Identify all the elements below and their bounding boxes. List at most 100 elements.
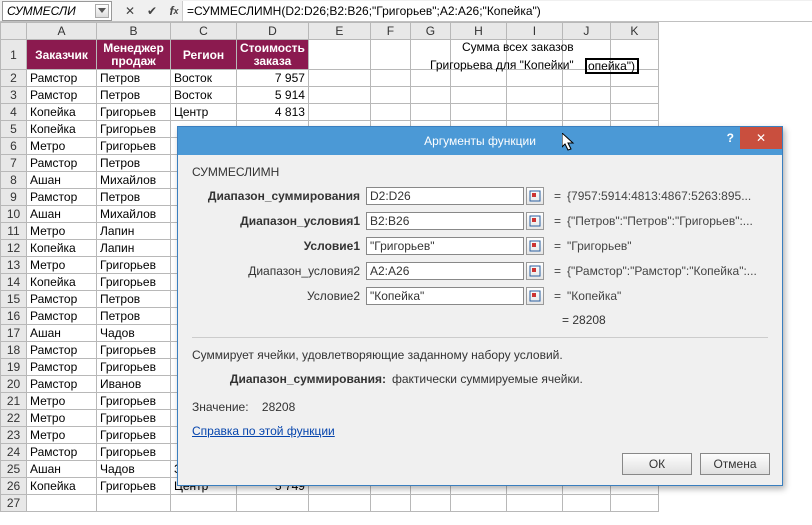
col-header-D[interactable]: D bbox=[237, 23, 309, 40]
cell-F2[interactable] bbox=[370, 70, 410, 87]
row-header-26[interactable]: 26 bbox=[1, 478, 27, 495]
cell-A9[interactable]: Рамстор bbox=[27, 189, 97, 206]
cell-K27[interactable] bbox=[610, 495, 658, 512]
cell-A16[interactable]: Рамстор bbox=[27, 308, 97, 325]
cell-C2[interactable]: Восток bbox=[171, 70, 237, 87]
row-header-24[interactable]: 24 bbox=[1, 444, 27, 461]
col-header-A[interactable]: A bbox=[27, 23, 97, 40]
row-header-18[interactable]: 18 bbox=[1, 342, 27, 359]
cell-D27[interactable] bbox=[237, 495, 309, 512]
cell-B11[interactable]: Лапин bbox=[97, 223, 171, 240]
cell-H27[interactable] bbox=[450, 495, 506, 512]
cell-A4[interactable]: Копейка bbox=[27, 104, 97, 121]
fx-icon[interactable]: fx bbox=[166, 3, 182, 19]
row-header-10[interactable]: 10 bbox=[1, 206, 27, 223]
row-header-19[interactable]: 19 bbox=[1, 359, 27, 376]
col-header-J[interactable]: J bbox=[562, 23, 610, 40]
cell-B8[interactable]: Михайлов bbox=[97, 172, 171, 189]
cell-B2[interactable]: Петров bbox=[97, 70, 171, 87]
cancel-icon[interactable]: ✕ bbox=[122, 3, 138, 19]
cell-A8[interactable]: Ашан bbox=[27, 172, 97, 189]
arg-input-0[interactable]: D2:D26 bbox=[366, 187, 524, 205]
cell-B16[interactable]: Петров bbox=[97, 308, 171, 325]
cell-A14[interactable]: Копейка bbox=[27, 274, 97, 291]
dialog-help-button[interactable]: ? bbox=[727, 131, 734, 145]
cell-E1[interactable] bbox=[308, 40, 370, 70]
cell-B5[interactable]: Григорьев bbox=[97, 121, 171, 138]
cell-A2[interactable]: Рамстор bbox=[27, 70, 97, 87]
cell-B12[interactable]: Лапин bbox=[97, 240, 171, 257]
cell-B7[interactable]: Петров bbox=[97, 155, 171, 172]
cell-J4[interactable] bbox=[562, 104, 610, 121]
header-cell-D[interactable]: Стоимость заказа bbox=[237, 40, 309, 70]
cell-B3[interactable]: Петров bbox=[97, 87, 171, 104]
cell-B18[interactable]: Григорьев bbox=[97, 342, 171, 359]
row-header-13[interactable]: 13 bbox=[1, 257, 27, 274]
range-select-button-1[interactable] bbox=[526, 212, 544, 230]
name-box[interactable]: СУММЕСЛИ bbox=[2, 1, 112, 21]
header-cell-C[interactable]: Регион bbox=[171, 40, 237, 70]
enter-icon[interactable]: ✔ bbox=[144, 3, 160, 19]
cell-A22[interactable]: Метро bbox=[27, 410, 97, 427]
cell-H4[interactable] bbox=[450, 104, 506, 121]
cell-D4[interactable]: 4 813 bbox=[237, 104, 309, 121]
range-select-button-4[interactable] bbox=[526, 287, 544, 305]
cell-A26[interactable]: Копейка bbox=[27, 478, 97, 495]
row-header-15[interactable]: 15 bbox=[1, 291, 27, 308]
arg-input-2[interactable]: "Григорьев" bbox=[366, 237, 524, 255]
cell-A5[interactable]: Копейка bbox=[27, 121, 97, 138]
row-header-22[interactable]: 22 bbox=[1, 410, 27, 427]
arg-input-1[interactable]: B2:B26 bbox=[366, 212, 524, 230]
row-header-9[interactable]: 9 bbox=[1, 189, 27, 206]
cell-A27[interactable] bbox=[27, 495, 97, 512]
cell-B22[interactable]: Григорьев bbox=[97, 410, 171, 427]
cell-B4[interactable]: Григорьев bbox=[97, 104, 171, 121]
cell-B6[interactable]: Григорьев bbox=[97, 138, 171, 155]
cell-A17[interactable]: Ашан bbox=[27, 325, 97, 342]
range-select-button-3[interactable] bbox=[526, 262, 544, 280]
col-header-G[interactable]: G bbox=[410, 23, 450, 40]
formula-input[interactable]: =СУММЕСЛИМН(D2:D26;B2:B26;"Григорьев";A2… bbox=[182, 1, 812, 21]
cell-B14[interactable]: Григорьев bbox=[97, 274, 171, 291]
row-header-21[interactable]: 21 bbox=[1, 393, 27, 410]
cell-G3[interactable] bbox=[410, 87, 450, 104]
cell-K4[interactable] bbox=[610, 104, 658, 121]
cell-B26[interactable]: Григорьев bbox=[97, 478, 171, 495]
row-header-27[interactable]: 27 bbox=[1, 495, 27, 512]
cell-B19[interactable]: Григорьев bbox=[97, 359, 171, 376]
cell-G4[interactable] bbox=[410, 104, 450, 121]
cancel-button[interactable]: Отмена bbox=[700, 453, 770, 475]
cell-C27[interactable] bbox=[171, 495, 237, 512]
cell-D3[interactable]: 5 914 bbox=[237, 87, 309, 104]
cell-B27[interactable] bbox=[97, 495, 171, 512]
cell-A15[interactable]: Рамстор bbox=[27, 291, 97, 308]
cell-K3[interactable] bbox=[610, 87, 658, 104]
cell-I3[interactable] bbox=[506, 87, 562, 104]
row-header-11[interactable]: 11 bbox=[1, 223, 27, 240]
range-select-button-0[interactable] bbox=[526, 187, 544, 205]
cell-E27[interactable] bbox=[308, 495, 370, 512]
cell-I27[interactable] bbox=[506, 495, 562, 512]
dialog-titlebar[interactable]: Аргументы функции ? ✕ bbox=[178, 127, 782, 155]
row-header-4[interactable]: 4 bbox=[1, 104, 27, 121]
header-cell-B[interactable]: Менеджер продаж bbox=[97, 40, 171, 70]
col-header-E[interactable]: E bbox=[308, 23, 370, 40]
cell-I2[interactable] bbox=[506, 70, 562, 87]
col-header-I[interactable]: I bbox=[506, 23, 562, 40]
cell-A18[interactable]: Рамстор bbox=[27, 342, 97, 359]
cell-A21[interactable]: Метро bbox=[27, 393, 97, 410]
cell-A23[interactable]: Метро bbox=[27, 427, 97, 444]
row-header-3[interactable]: 3 bbox=[1, 87, 27, 104]
cell-A19[interactable]: Рамстор bbox=[27, 359, 97, 376]
row-header-23[interactable]: 23 bbox=[1, 427, 27, 444]
dialog-close-button[interactable]: ✕ bbox=[740, 127, 782, 149]
cell-C3[interactable]: Восток bbox=[171, 87, 237, 104]
cell-E2[interactable] bbox=[308, 70, 370, 87]
cell-F27[interactable] bbox=[370, 495, 410, 512]
cell-A11[interactable]: Метро bbox=[27, 223, 97, 240]
select-all-corner[interactable] bbox=[1, 23, 27, 40]
cell-A3[interactable]: Рамстор bbox=[27, 87, 97, 104]
row-header-20[interactable]: 20 bbox=[1, 376, 27, 393]
row-header-2[interactable]: 2 bbox=[1, 70, 27, 87]
col-header-B[interactable]: B bbox=[97, 23, 171, 40]
